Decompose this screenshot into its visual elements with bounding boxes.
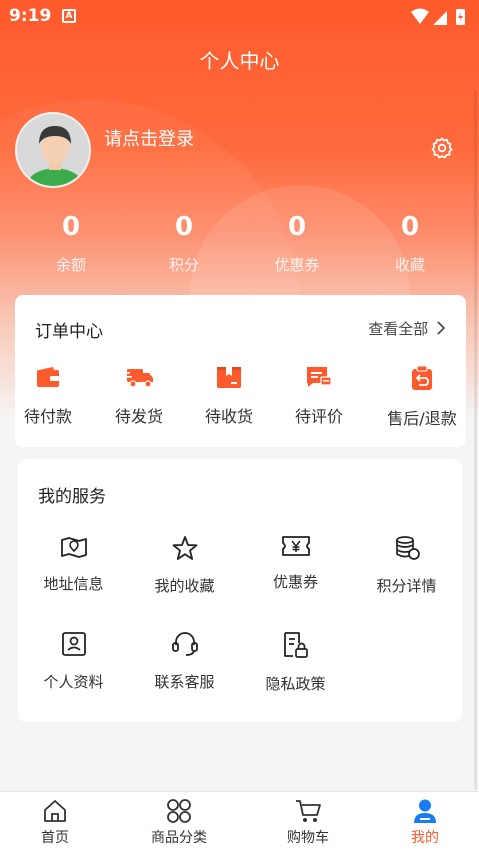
order-item-label: 待发货	[114, 407, 163, 426]
order-pending-payment[interactable]: 待付款	[3, 365, 93, 427]
privacy-doc-icon	[283, 632, 308, 658]
stat-value: 0	[287, 212, 307, 242]
category-icon	[167, 799, 191, 823]
tab-mine[interactable]: 我的	[365, 798, 479, 847]
wallet-icon	[37, 367, 59, 387]
tab-label: 商品分类	[151, 830, 207, 846]
stat-value: 0	[174, 212, 194, 242]
tab-cart[interactable]: 购物车	[248, 798, 368, 847]
bottom-tab-bar: 首页 商品分类 购物车 我的	[0, 791, 479, 853]
tab-label: 我的	[411, 830, 439, 846]
order-after-sales[interactable]: 售后/退款	[377, 365, 467, 429]
tab-home[interactable]: 首页	[0, 798, 115, 847]
scrollbar[interactable]	[474, 90, 477, 790]
order-pending-receipt[interactable]: 待收货	[184, 365, 274, 427]
refund-icon	[412, 365, 432, 390]
service-customer-support[interactable]: 联系客服	[129, 631, 240, 692]
coins-icon	[395, 536, 420, 560]
service-label: 个人资料	[43, 673, 104, 691]
user-icon	[414, 799, 436, 823]
stat-value: 0	[61, 212, 81, 242]
stat-balance[interactable]: 0 余额	[15, 212, 127, 275]
settings-gear-icon[interactable]	[430, 136, 454, 160]
service-label: 地址信息	[43, 575, 104, 593]
notification-icon: A	[62, 9, 76, 23]
status-bar: 9:19 A	[0, 0, 479, 32]
stat-points[interactable]: 0 积分	[128, 212, 240, 275]
service-privacy-policy[interactable]: 隐私政策	[240, 631, 351, 694]
signal-icon	[433, 11, 447, 25]
tab-label: 购物车	[287, 830, 329, 846]
order-item-label: 待收货	[204, 407, 253, 426]
page-title: 个人中心	[199, 49, 280, 73]
star-icon	[172, 536, 197, 560]
profile-icon	[61, 632, 86, 656]
login-prompt[interactable]: 请点击登录	[104, 125, 194, 151]
order-item-label: 待付款	[23, 407, 72, 426]
service-coupons[interactable]: 优惠券	[240, 535, 351, 592]
review-icon	[307, 367, 332, 387]
service-label: 隐私政策	[265, 675, 326, 693]
stat-coupons[interactable]: 0 优惠券	[241, 212, 353, 275]
order-center-title: 订单中心	[35, 322, 103, 342]
service-points-detail[interactable]: 积分详情	[351, 535, 462, 596]
stat-label: 积分	[168, 256, 199, 274]
stat-favorites[interactable]: 0 收藏	[354, 212, 466, 275]
stat-label: 余额	[55, 256, 86, 274]
truck-icon	[124, 369, 153, 388]
avatar[interactable]	[15, 112, 91, 188]
map-icon	[60, 537, 87, 558]
coupon-icon	[281, 536, 310, 556]
service-label: 我的收藏	[154, 577, 215, 595]
order-pending-shipment[interactable]: 待发货	[94, 365, 184, 427]
stat-label: 收藏	[394, 256, 425, 274]
service-profile[interactable]: 个人资料	[18, 631, 129, 692]
headset-icon	[171, 632, 198, 656]
home-icon	[44, 800, 66, 822]
service-address[interactable]: 地址信息	[18, 535, 129, 594]
cart-icon	[296, 800, 321, 822]
tab-label: 首页	[41, 830, 69, 846]
status-icons	[409, 7, 469, 32]
status-time: 9:19	[9, 6, 52, 26]
wifi-icon	[411, 8, 429, 24]
order-pending-review[interactable]: 待评价	[274, 365, 364, 427]
service-favorites[interactable]: 我的收藏	[129, 535, 240, 596]
stat-value: 0	[400, 212, 420, 242]
services-title: 我的服务	[38, 487, 106, 507]
service-label: 积分详情	[376, 577, 437, 595]
stat-label: 优惠券	[274, 256, 320, 274]
tab-categories[interactable]: 商品分类	[119, 798, 239, 847]
account-stats: 0 余额 0 积分 0 优惠券 0 收藏	[15, 212, 465, 282]
view-all-label: 查看全部	[368, 320, 429, 338]
service-label: 优惠券	[272, 573, 318, 591]
order-item-label: 待评价	[294, 407, 343, 426]
order-item-label: 售后/退款	[387, 409, 457, 428]
service-label: 联系客服	[154, 673, 215, 691]
package-icon	[217, 367, 241, 388]
chevron-right-icon	[437, 321, 446, 335]
view-all-orders-link[interactable]: 查看全部	[368, 318, 446, 339]
order-center-card: 订单中心 查看全部 待付款 待发货 待收货 待评价 售后/退款	[15, 295, 466, 447]
my-services-card: 我的服务 地址信息 我的收藏 优惠券 积分详情 个人资料 联系客服 隐私政策	[18, 459, 462, 722]
